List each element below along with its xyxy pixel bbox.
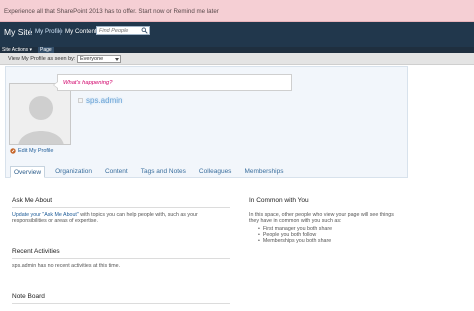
view-as-label: View My Profile as seen by: [8,56,76,62]
in-common-text: In this space, other people who view you… [249,212,394,225]
top-navigation-bar: My Site My Profile My Content [0,22,474,47]
tab-overview[interactable]: Overview [10,166,46,178]
tab-content[interactable]: Content [102,166,131,178]
divider [12,258,230,259]
profile-photo [9,83,71,145]
view-as-bar: View My Profile as seen by: Everyone [0,53,474,65]
status-placeholder: What's happening? [63,80,113,86]
edit-profile-link[interactable]: Edit My Profile [10,148,53,154]
upgrade-notification-text[interactable]: Experience all that SharePoint 2013 has … [4,8,219,15]
update-ask-me-about-link[interactable]: Update your "Ask Me About" [12,212,79,218]
divider [12,303,230,304]
tab-tags-and-notes[interactable]: Tags and Notes [138,166,189,178]
person-silhouette-icon [10,84,70,144]
people-search-input[interactable] [97,27,142,34]
magnifier-icon[interactable] [141,27,148,34]
tab-organization[interactable]: Organization [52,166,95,178]
upgrade-notification-bar: Experience all that SharePoint 2013 has … [0,0,474,22]
profile-name-text: sps.admin [86,96,123,105]
people-search-box [96,26,150,35]
view-as-select[interactable]: Everyone [77,55,121,63]
profile-name: sps.admin [78,96,122,105]
tab-memberships[interactable]: Memberships [241,166,286,178]
in-common-list: First manager you both share People you … [258,226,332,244]
presence-indicator-icon [78,98,83,103]
tab-colleagues[interactable]: Colleagues [196,166,235,178]
recent-activities-text: sps.admin has no recent activities at th… [12,263,121,269]
recent-activities-title: Recent Activities [12,248,60,255]
tab-my-profile[interactable]: My Profile [30,28,63,35]
in-common-title: In Common with You [249,197,309,204]
list-item: Memberships you both share [258,238,332,244]
profile-tabs: Overview Organization Content Tags and N… [10,166,293,178]
status-message-bubble[interactable]: What's happening? [53,74,292,91]
tab-my-content[interactable]: My Content [60,28,97,35]
note-board-title: Note Board [12,293,45,300]
ask-me-about-title: Ask Me About [12,197,53,204]
divider [12,207,230,208]
pencil-icon [10,148,16,154]
ask-me-about-text: Update your "Ask Me About" with topics y… [12,212,198,225]
site-title[interactable]: My Site [4,27,32,37]
dropdown-arrow-icon [115,58,119,61]
